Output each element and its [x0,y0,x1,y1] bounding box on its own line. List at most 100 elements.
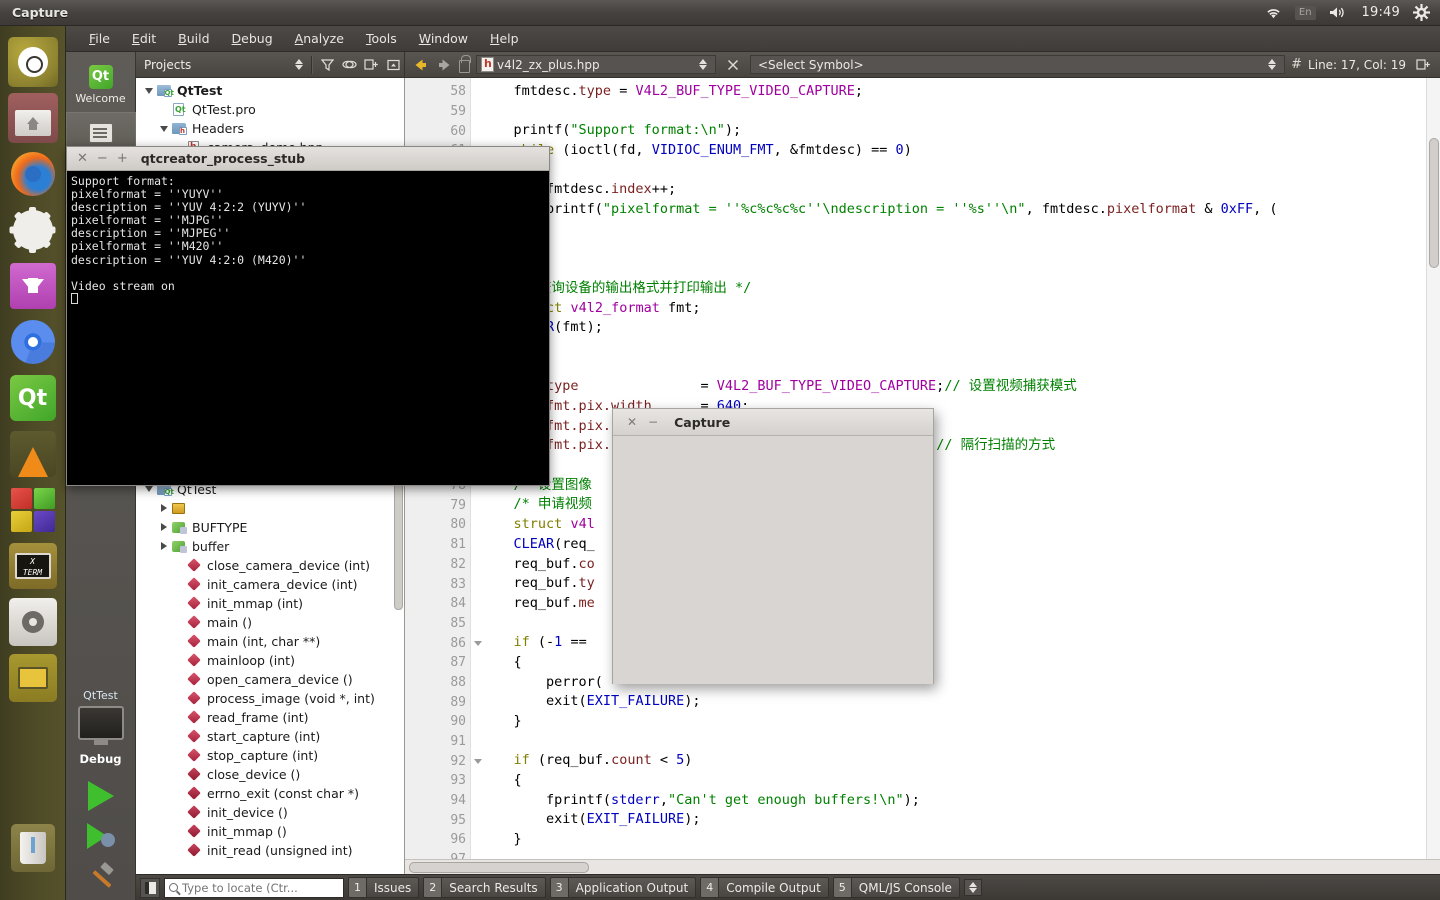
toggle-sidebar-button[interactable] [140,877,160,898]
tree-item[interactable]: read_frame (int) [136,708,404,727]
chevron-right-icon[interactable] [157,523,170,531]
function-icon [185,634,202,648]
output-pane-label: Search Results [449,880,538,895]
tree-item[interactable]: init_camera_device (int) [136,575,404,594]
tree-item[interactable]: open_camera_device () [136,670,404,689]
run-button[interactable] [81,778,121,814]
chevron-right-icon[interactable] [157,542,170,550]
go-forward-icon[interactable] [435,56,453,74]
trash-icon[interactable] [8,823,58,873]
editor-vertical-scrollbar[interactable] [1426,78,1440,859]
clock[interactable]: 19:49 [1362,5,1400,20]
tree-item[interactable]: close_device () [136,765,404,784]
mode-welcome[interactable]: Qt Welcome [66,56,136,112]
menu-window[interactable]: Window [408,27,479,50]
output-pane-button[interactable]: 2 Search Results [423,877,546,898]
editor-horizontal-scrollbar[interactable] [405,859,1440,874]
system-settings-icon[interactable] [8,205,58,255]
menu-build[interactable]: Build [167,27,220,50]
chevron-down-icon[interactable] [142,486,155,492]
keyboard-layout-indicator[interactable]: En [1294,5,1316,20]
vlc-icon[interactable] [8,429,58,479]
split-icon[interactable] [360,54,382,76]
volume-icon[interactable] [1329,6,1349,19]
tree-item[interactable] [136,499,404,518]
close-icon[interactable]: ✕ [627,415,637,429]
tree-item[interactable]: h Headers [136,119,404,138]
tree-item[interactable]: stop_capture (int) [136,746,404,765]
search-input[interactable] [182,880,339,895]
debug-button[interactable] [81,818,121,854]
session-gear-icon[interactable] [1413,4,1430,21]
capture-video-area[interactable] [613,436,933,684]
navigation-view-selector[interactable]: Projects [144,58,291,72]
qtcreator-icon[interactable]: Qt [8,373,58,423]
tree-item[interactable]: mainloop (int) [136,651,404,670]
go-back-icon[interactable] [411,56,429,74]
output-pane-button[interactable]: 3 Application Output [549,877,697,898]
kit-target-icon[interactable] [77,706,124,745]
tree-item[interactable]: errno_exit (const char *) [136,784,404,803]
menu-tools[interactable]: Tools [355,27,408,50]
maximize-icon[interactable]: + [117,152,128,165]
tree-item[interactable]: buffer [136,537,404,556]
navigation-view-spinner-icon[interactable] [291,59,307,70]
chevron-down-icon[interactable] [157,125,170,132]
synchronize-icon[interactable] [338,54,360,76]
tree-item[interactable]: main () [136,613,404,632]
menu-debug[interactable]: Debug [221,27,284,50]
open-file-spinner-icon[interactable] [695,59,711,70]
chromium-icon[interactable] [8,317,58,367]
firefox-icon[interactable] [8,149,58,199]
symbol-combo[interactable]: <Select Symbol> [750,55,1286,74]
tree-item[interactable]: init_read (unsigned int) [136,841,404,860]
tree-item[interactable]: Qt QtTest.pro [136,100,404,119]
menu-edit[interactable]: Edit [121,27,167,50]
tree-item-label: init_device () [207,804,288,820]
chevron-right-icon[interactable] [157,504,170,512]
menu-help[interactable]: Help [479,27,530,50]
menu-analyze[interactable]: Analyze [284,27,355,50]
wine-icon[interactable] [8,485,58,535]
tree-item[interactable]: main (int, char **) [136,632,404,651]
files-icon[interactable] [7,93,58,143]
open-file-combo[interactable]: v4l2_zx_plus.hpp [476,55,716,74]
ubuntu-dash-icon[interactable] [7,37,58,87]
xterm-icon[interactable]: X TERM [8,541,58,591]
tree-item[interactable]: Qt QtTest [136,81,404,100]
capture-dialog[interactable]: ✕ − Capture [612,408,934,684]
minimize-icon[interactable]: − [648,415,658,429]
settings-icon[interactable] [8,597,58,647]
close-pane-icon[interactable] [382,54,404,76]
symbol-combo-spinner-icon[interactable] [1264,59,1280,70]
close-icon[interactable]: ✕ [77,152,88,165]
split-editor-icon[interactable] [1412,54,1434,76]
close-editor-icon[interactable] [722,54,744,76]
tree-item-label: stop_capture (int) [207,747,319,763]
wifi-icon[interactable] [1265,6,1282,19]
usb-device-icon[interactable] [8,653,58,703]
output-pane-button[interactable]: 4 Compile Output [700,877,829,898]
tree-item[interactable]: close_camera_device (int) [136,556,404,575]
locator[interactable] [164,877,344,898]
minimize-icon[interactable]: − [97,152,108,165]
function-icon [185,748,202,762]
tree-item[interactable]: init_mmap () [136,822,404,841]
outline-tree[interactable]: Qt QtTest BUFTYPE buffer close_camera_device… [136,475,404,875]
tree-item[interactable]: process_image (void *, int) [136,689,404,708]
output-pane-updown-icon[interactable] [963,879,982,896]
menu-file[interactable]: File [78,27,121,50]
tree-item[interactable]: start_capture (int) [136,727,404,746]
terminal-output[interactable]: Support format: pixelformat = ''YUYV'' d… [67,171,549,310]
unlock-icon[interactable] [459,54,471,73]
tree-item[interactable]: init_device () [136,803,404,822]
output-pane-button[interactable]: 1 Issues [348,877,420,898]
output-pane-button[interactable]: 5 QML/JS Console [832,877,960,898]
tree-item[interactable]: init_mmap (int) [136,594,404,613]
chevron-down-icon[interactable] [142,87,155,94]
terminal-window[interactable]: ✕ − + qtcreator_process_stub Support for… [66,146,550,486]
tree-item[interactable]: BUFTYPE [136,518,404,537]
build-button[interactable] [81,858,121,894]
software-updater-icon[interactable] [8,261,58,311]
filter-icon[interactable] [316,54,338,76]
